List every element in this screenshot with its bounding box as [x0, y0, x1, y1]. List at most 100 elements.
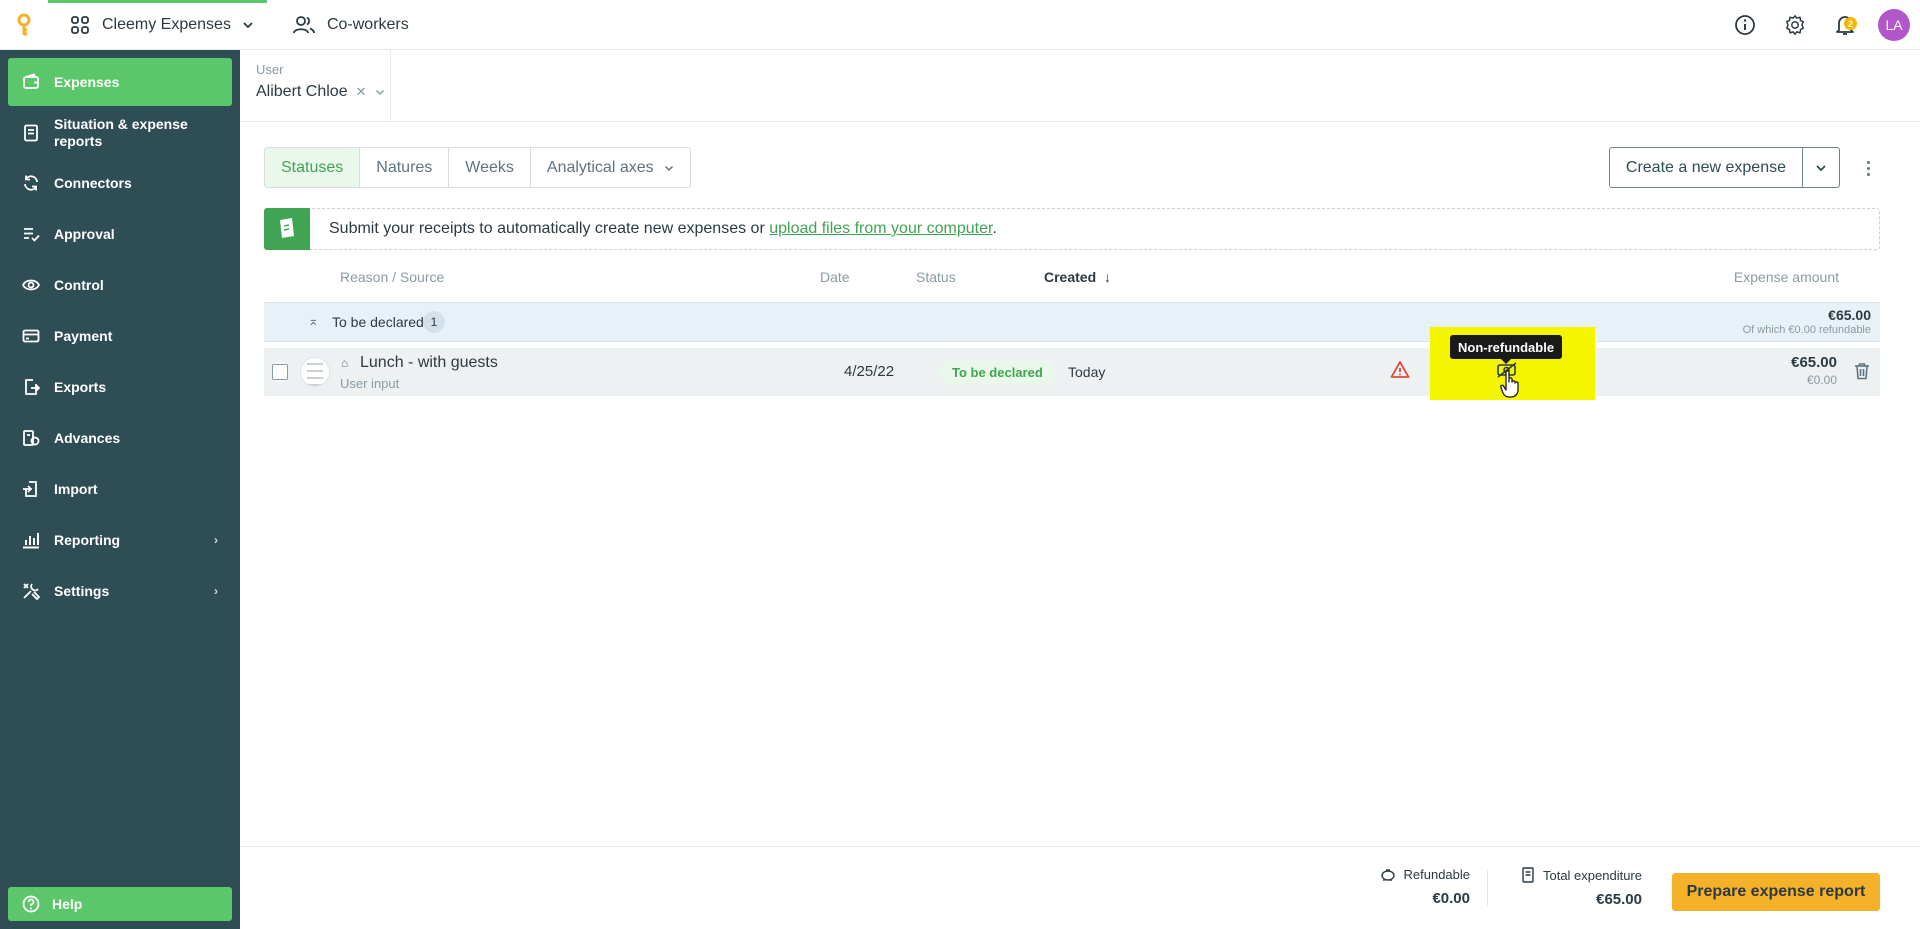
create-options-button[interactable]: [1803, 148, 1839, 187]
column-header-amount[interactable]: Expense amount: [1734, 269, 1839, 285]
help-label: Help: [52, 896, 83, 912]
sync-icon: [24, 175, 38, 191]
hand-cursor-icon: [1500, 370, 1519, 398]
top-bar: Cleemy Expenses Co-workers 2 LA: [0, 0, 1920, 50]
create-expense-button[interactable]: Create a new expense: [1610, 148, 1803, 187]
divider: [1487, 869, 1488, 907]
arrow-down-icon: ↓: [1104, 269, 1112, 285]
receipt-icon: [1522, 867, 1534, 883]
receipt-upload-icon: [264, 208, 310, 250]
trash-icon[interactable]: [1854, 362, 1870, 380]
tab-label: Analytical axes: [546, 158, 654, 176]
chevron-right-icon: ›: [214, 584, 218, 598]
sidebar-item-label: Payment: [54, 328, 113, 344]
logo-icon[interactable]: [0, 0, 48, 50]
create-expense-group: Create a new expense: [1608, 147, 1840, 188]
import-icon: [23, 481, 37, 497]
sidebar-item-import[interactable]: Import: [8, 468, 232, 510]
status-group-row[interactable]: ⌅ To be declared 1 €65.00 Of which €0.00…: [264, 302, 1880, 342]
app-switcher[interactable]: Cleemy Expenses: [48, 0, 267, 50]
approval-icon: [24, 228, 40, 242]
sidebar-item-label: Import: [54, 481, 98, 497]
sidebar-item-approval[interactable]: Approval: [8, 213, 232, 255]
info-button[interactable]: [1720, 0, 1770, 50]
chevron-down-icon: [1816, 164, 1826, 171]
row-checkbox[interactable]: [272, 364, 288, 380]
receipt-dropzone[interactable]: Submit your receipts to automatically cr…: [264, 208, 1880, 250]
chevron-down-icon: [243, 21, 253, 28]
help-icon: [22, 895, 40, 913]
sidebar-item-label: Settings: [54, 583, 110, 599]
receipt-thumbnail[interactable]: [300, 357, 330, 387]
help-button[interactable]: Help: [8, 887, 232, 921]
column-header-reason[interactable]: Reason / Source: [340, 269, 444, 285]
tab-statuses[interactable]: Statuses: [265, 148, 361, 187]
tools-icon: [23, 583, 40, 600]
sidebar-item-advances[interactable]: Advances: [8, 417, 232, 459]
export-icon: [25, 379, 40, 395]
tab-weeks[interactable]: Weeks: [449, 148, 531, 187]
sidebar-item-connectors[interactable]: Connectors: [8, 162, 232, 204]
sidebar-item-payment[interactable]: Payment: [8, 315, 232, 357]
tab-natures[interactable]: Natures: [360, 148, 450, 187]
more-options-icon[interactable]: [1858, 156, 1878, 180]
sidebar-item-exports[interactable]: Exports: [8, 366, 232, 408]
collapse-icon[interactable]: ⌅: [308, 313, 319, 329]
column-header-date[interactable]: Date: [820, 269, 850, 285]
total-summary: Total expenditure €65.00: [1521, 867, 1642, 908]
group-count-badge: 1: [423, 311, 445, 333]
sidebar-item-label: Advances: [54, 430, 121, 446]
column-header-created[interactable]: Created ↓: [1044, 269, 1111, 285]
main-content: User Alibert Chloe ✕ Statuses Natures We…: [240, 50, 1920, 929]
total-value: €65.00: [1596, 891, 1642, 908]
chevron-down-icon[interactable]: [375, 87, 385, 97]
grouping-tabs: Statuses Natures Weeks Analytical axes: [264, 147, 691, 188]
refundable-value: €0.00: [1432, 890, 1470, 907]
coworkers-link[interactable]: Co-workers: [267, 15, 409, 35]
settings-button[interactable]: [1770, 0, 1820, 50]
refundable-label: Refundable: [1403, 867, 1471, 882]
sidebar-item-label: Reporting: [54, 532, 121, 548]
expense-refundable-amount: €0.00: [1806, 373, 1837, 387]
expense-row[interactable]: ⌂ Lunch - with guests User input 4/25/22…: [264, 348, 1880, 396]
sidebar-item-expenses[interactable]: Expenses: [8, 58, 232, 106]
upload-files-link[interactable]: upload files from your computer: [769, 220, 992, 237]
sidebar-item-label: Expenses: [54, 74, 120, 90]
avatar[interactable]: LA: [1878, 9, 1910, 41]
sidebar-item-label: Situation & expense reports: [54, 116, 188, 149]
notifications-button[interactable]: 2: [1820, 0, 1870, 50]
sidebar-item-reporting[interactable]: Reporting ›: [8, 519, 232, 561]
group-label: To be declared: [332, 314, 424, 330]
sidebar-item-situation-reports[interactable]: Situation & expense reports: [8, 112, 232, 154]
filter-bar: User Alibert Chloe ✕: [240, 50, 1920, 122]
tab-analytical-axes[interactable]: Analytical axes: [531, 148, 690, 187]
info-icon: [1735, 15, 1755, 35]
column-header-label: Created: [1044, 269, 1097, 285]
user-filter-label: User: [256, 62, 284, 77]
sidebar-item-control[interactable]: Control: [8, 264, 232, 306]
apps-grid-icon: [71, 15, 89, 34]
column-header-status[interactable]: Status: [916, 269, 956, 285]
user-filter[interactable]: User Alibert Chloe ✕: [240, 50, 391, 121]
sidebar-item-label: Control: [54, 277, 104, 293]
chevron-right-icon: ›: [214, 533, 218, 547]
expense-source: User input: [340, 376, 400, 391]
clear-icon[interactable]: ✕: [356, 84, 367, 100]
sidebar-item-settings[interactable]: Settings ›: [8, 570, 232, 612]
lock-icon: ⌂: [341, 356, 349, 370]
coworkers-label: Co-workers: [326, 15, 409, 33]
sidebar-item-label: Exports: [54, 379, 107, 395]
warning-icon[interactable]: [1390, 360, 1410, 380]
sidebar: Expenses Situation & expense reports Con…: [0, 50, 240, 929]
expense-reason: Lunch - with guests: [360, 354, 498, 371]
card-icon: [22, 329, 40, 343]
expense-created: Today: [1068, 364, 1106, 380]
expense-amount: €65.00: [1791, 354, 1837, 371]
notification-badge: 2: [1844, 17, 1857, 30]
eye-icon: [22, 279, 40, 291]
piggy-bank-icon: [1380, 868, 1395, 881]
users-icon: [293, 15, 315, 33]
prepare-expense-report-button[interactable]: Prepare expense report: [1672, 873, 1880, 911]
user-filter-value: Alibert Chloe: [256, 83, 348, 100]
dropzone-suffix: .: [992, 220, 997, 237]
